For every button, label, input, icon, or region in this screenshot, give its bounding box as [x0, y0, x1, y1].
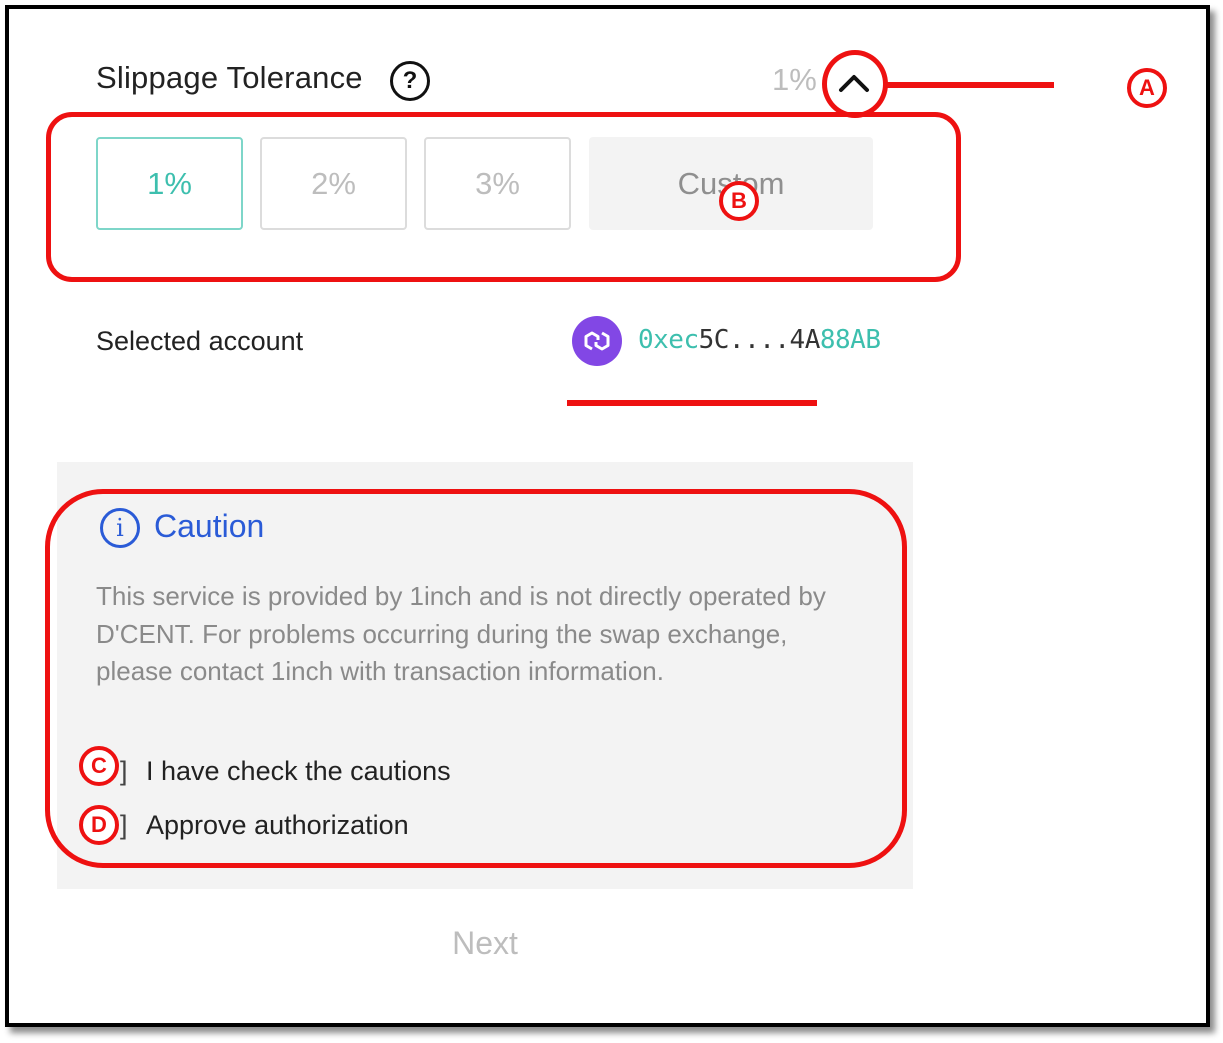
address-prefix: 0xec: [638, 325, 699, 355]
annotation-label-d: D: [79, 805, 119, 845]
annotation-circle-a: [822, 50, 888, 118]
annotation-label-a: A: [1127, 68, 1167, 108]
annotation-label-b: B: [719, 181, 759, 221]
selected-account-label: Selected account: [96, 326, 304, 356]
annotation-box-caution: [45, 489, 907, 868]
annotation-box-b: [46, 112, 961, 282]
address-suffix: 88AB: [819, 325, 881, 355]
annotation-line-a: [884, 82, 1054, 88]
address-middle: 5C....4A: [698, 325, 821, 355]
polygon-icon: [572, 316, 622, 366]
account-address[interactable]: 0xec5C....4A88AB: [638, 325, 881, 355]
next-button[interactable]: Next: [0, 925, 970, 962]
annotation-underline-account: [567, 400, 817, 406]
slippage-title: Slippage Tolerance: [96, 60, 363, 95]
help-icon[interactable]: ?: [390, 61, 430, 101]
slippage-current-value: 1%: [772, 62, 817, 97]
help-symbol: ?: [402, 67, 418, 94]
annotation-label-c: C: [79, 746, 119, 786]
